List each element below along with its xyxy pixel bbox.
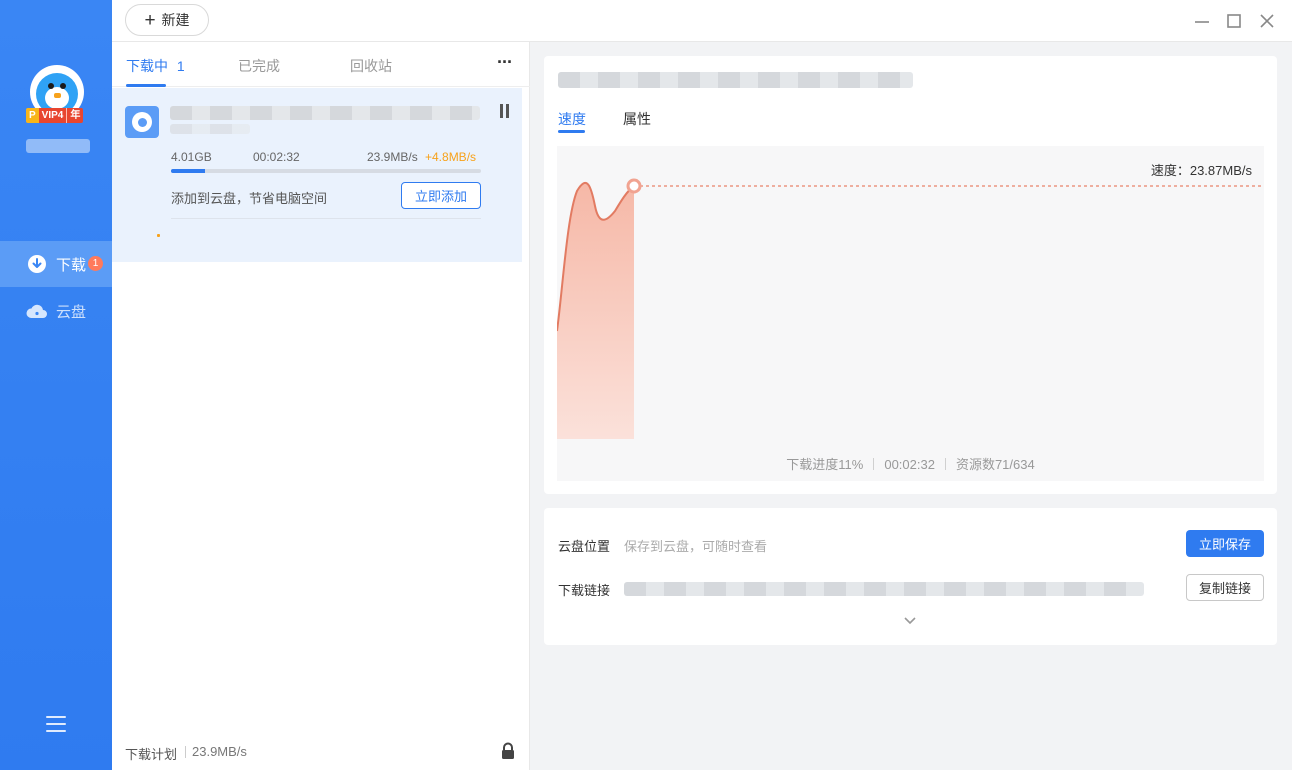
cloud-location-desc: 保存到云盘，可随时查看 xyxy=(624,539,768,554)
menu-line xyxy=(46,730,66,732)
maximize-icon[interactable] xyxy=(1222,9,1246,33)
footer-elapsed: 00:02:32 xyxy=(884,457,935,472)
add-to-cloud-button[interactable]: 立即添加 xyxy=(401,182,481,209)
tab-count: 1 xyxy=(176,58,185,74)
link-card: 云盘位置 保存到云盘，可随时查看 立即保存 下载链接 复制链接 xyxy=(544,508,1277,645)
tab-downloading[interactable]: 下载中 1 xyxy=(126,56,185,76)
tab-completed[interactable]: 已完成 xyxy=(238,56,280,76)
cloud-icon xyxy=(26,300,48,322)
close-icon[interactable] xyxy=(1255,9,1279,33)
vip-level: VIP4 xyxy=(38,108,67,123)
active-tab-indicator xyxy=(126,84,166,87)
lock-icon[interactable] xyxy=(500,742,516,760)
vip-p-mark: P xyxy=(26,108,39,123)
plan-separator xyxy=(185,746,186,758)
bird-belly xyxy=(45,87,69,109)
username-blurred xyxy=(26,139,90,153)
tab-properties[interactable]: 属性 xyxy=(623,109,651,129)
footer-separator xyxy=(873,458,875,470)
file-name-blurred-line2 xyxy=(170,124,250,134)
save-to-cloud-button[interactable]: 立即保存 xyxy=(1186,530,1264,557)
sidebar-item-download[interactable]: 下载 1 xyxy=(0,241,112,287)
chevron-down-icon[interactable] xyxy=(902,614,918,626)
resource-count: 资源数71/634 xyxy=(955,457,1035,472)
file-icon-ring xyxy=(132,112,152,132)
progress-fill xyxy=(171,169,206,173)
file-icon-dot xyxy=(137,117,147,127)
cloud-tip-text: 添加到云盘，节省电脑空间 xyxy=(171,191,328,206)
download-plan-button[interactable]: 下载计划 xyxy=(125,744,177,763)
new-task-button[interactable]: + 新建 xyxy=(125,4,209,36)
minimize-icon[interactable] xyxy=(1190,9,1214,33)
download-icon xyxy=(26,253,48,275)
tab-label: 下载中 xyxy=(126,58,168,74)
plus-icon: + xyxy=(144,9,156,31)
vip-badge: P VIP4 年 xyxy=(26,108,84,123)
detail-file-name-blurred xyxy=(558,72,913,88)
elapsed-time: 00:02:32 xyxy=(253,150,300,164)
sidebar-item-label: 下载 xyxy=(56,256,87,274)
pause-bar xyxy=(500,104,503,118)
chart-footer: 下载进度11% 00:02:32 资源数71/634 xyxy=(557,454,1264,473)
menu-icon[interactable] xyxy=(46,716,66,734)
copy-link-button[interactable]: 复制链接 xyxy=(1186,574,1264,601)
download-plan-bar: 下载计划 23.9MB/s xyxy=(112,732,530,770)
top-bar: + 新建 xyxy=(112,0,1292,42)
current-speed-point xyxy=(626,178,642,194)
speed-chart-svg xyxy=(556,178,1264,439)
speed-area xyxy=(557,182,634,439)
download-count-badge: 1 xyxy=(88,255,104,271)
tab-recycle-bin[interactable]: 回收站 xyxy=(350,56,392,76)
download-item[interactable]: 4.01GB 00:02:32 23.9MB/s +4.8MB/s 添加到云盘，… xyxy=(112,88,522,262)
tab-speed[interactable]: 速度 xyxy=(558,109,586,129)
pause-icon[interactable] xyxy=(498,104,512,120)
progress-percent: 下载进度11% xyxy=(786,457,864,472)
file-size: 4.01GB xyxy=(171,150,212,164)
bird-eye-right xyxy=(60,83,66,89)
sidebar: P VIP4 年 下载 1 云盘 xyxy=(0,0,112,770)
more-options-icon[interactable]: ··· xyxy=(497,52,513,73)
file-type-icon xyxy=(125,106,159,138)
footer-separator xyxy=(944,458,946,470)
total-speed: 23.9MB/s xyxy=(192,744,247,759)
menu-line xyxy=(46,723,66,725)
download-list-panel: 下载中 1 已完成 回收站 ··· 4.01GB 00:02:32 23.9MB… xyxy=(112,42,530,770)
pause-bar xyxy=(506,104,509,118)
download-progress-bar xyxy=(171,169,481,173)
sidebar-item-cloud[interactable]: 云盘 xyxy=(0,288,112,334)
download-link-blurred[interactable] xyxy=(624,582,1144,596)
download-speed: 23.9MB/s xyxy=(367,150,418,164)
speed-chart: 速度：23.87MB/s 下载进度11% 00:02:32 资源数71/634 xyxy=(556,146,1264,481)
vip-period: 年 xyxy=(66,108,84,123)
item-divider xyxy=(171,218,481,219)
bird-beak xyxy=(54,93,61,98)
download-link-label: 下载链接 xyxy=(558,583,611,598)
file-name-blurred xyxy=(170,106,480,120)
current-speed-label: 速度：23.87MB/s xyxy=(1150,163,1252,178)
menu-line xyxy=(46,716,66,718)
bird-eye-left xyxy=(48,83,54,89)
cloud-location-label: 云盘位置 xyxy=(558,539,611,554)
speed-detail-card: 速度 属性 速度：23.87MB/s 下载进度11% 00:02:32 资源数71/… xyxy=(544,56,1277,494)
new-task-label: 新建 xyxy=(161,12,190,28)
speed-boost: +4.8MB/s xyxy=(425,150,477,164)
active-tab-indicator xyxy=(558,130,585,133)
status-dot xyxy=(157,234,160,237)
download-tabs: 下载中 1 已完成 回收站 ··· xyxy=(112,42,530,87)
sidebar-item-label: 云盘 xyxy=(56,303,87,321)
